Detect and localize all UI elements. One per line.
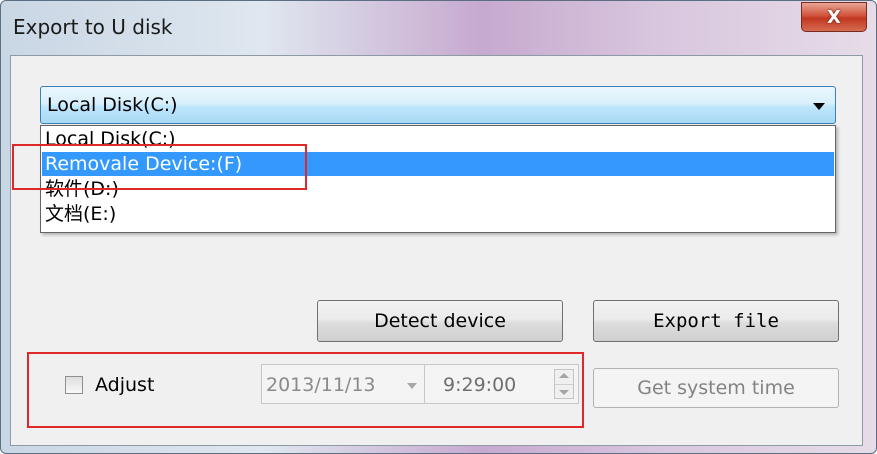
title-bar[interactable]: Export to U disk X: [1, 1, 876, 55]
drive-select-value: Local Disk(C:): [47, 94, 178, 116]
drive-option-removable-device-f[interactable]: Removale Device:(F): [42, 152, 834, 176]
chevron-down-icon[interactable]: [813, 103, 825, 110]
get-system-time-button[interactable]: Get system time: [593, 368, 839, 408]
time-spinner[interactable]: [554, 369, 574, 399]
time-picker[interactable]: 9:29:00: [424, 364, 579, 404]
adjust-checkbox[interactable]: [65, 376, 83, 394]
spin-down-icon[interactable]: [559, 390, 569, 395]
drive-option-local-disk-c[interactable]: Local Disk(C:): [42, 127, 834, 151]
chevron-down-icon[interactable]: [407, 383, 417, 389]
date-picker[interactable]: 2013/11/13: [261, 364, 426, 404]
export-dialog-window: Export to U disk X Local Disk(C:) Local …: [0, 0, 877, 454]
drive-select-combobox[interactable]: Local Disk(C:): [40, 86, 836, 124]
close-button[interactable]: X: [801, 2, 867, 32]
drive-option-software-d[interactable]: 软件(D:): [42, 177, 834, 201]
window-title: Export to U disk: [13, 15, 173, 39]
adjust-label: Adjust: [95, 374, 155, 396]
spinner-divider: [555, 384, 573, 385]
close-icon: X: [827, 6, 841, 28]
export-file-button[interactable]: Export file: [593, 300, 839, 342]
time-value: 9:29:00: [443, 374, 517, 396]
date-value: 2013/11/13: [266, 374, 376, 396]
spin-up-icon[interactable]: [559, 373, 569, 378]
drive-option-documents-e[interactable]: 文档(E:): [42, 202, 834, 226]
detect-device-button[interactable]: Detect device: [317, 300, 563, 342]
dialog-client-area: Local Disk(C:) Local Disk(C:) Removale D…: [10, 55, 863, 446]
drive-dropdown-list: Local Disk(C:) Removale Device:(F) 软件(D:…: [40, 125, 836, 233]
